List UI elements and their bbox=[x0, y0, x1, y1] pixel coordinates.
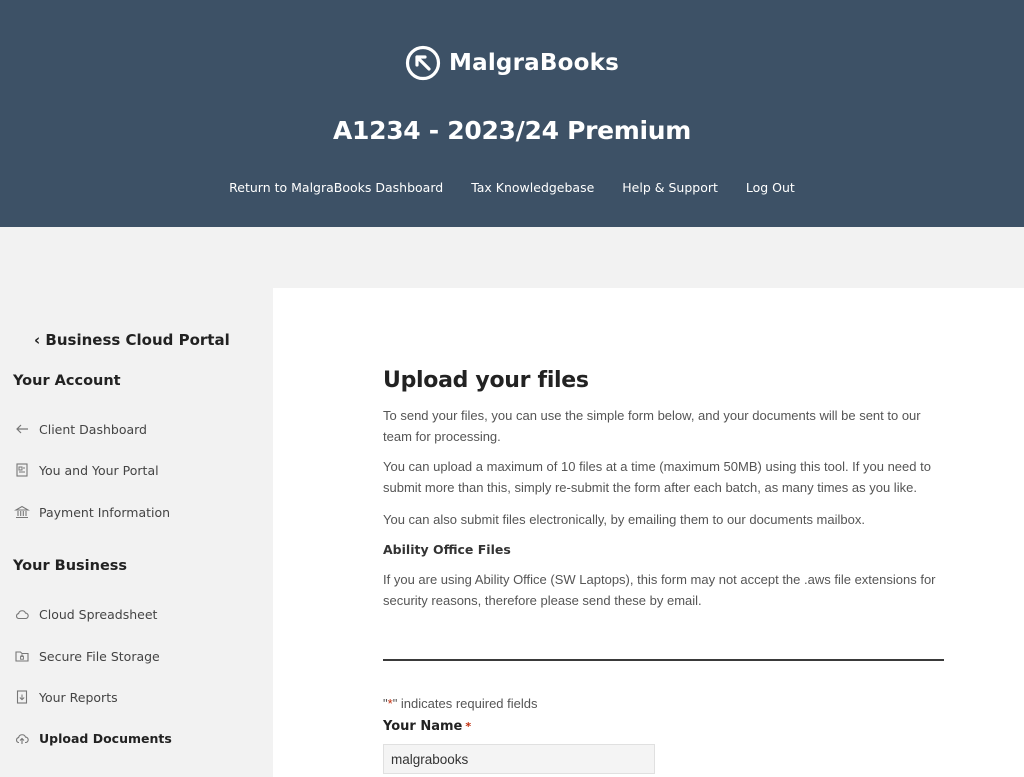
nav-help-support[interactable]: Help & Support bbox=[622, 180, 718, 195]
ability-office-paragraph: If you are using Ability Office (SW Lapt… bbox=[383, 572, 936, 608]
nav-log-out[interactable]: Log Out bbox=[746, 180, 795, 195]
brand-logo[interactable]: MalgraBooks bbox=[0, 45, 1024, 86]
portal-title: A1234 - 2023/24 Premium bbox=[332, 116, 692, 145]
sidebar-item-secure-file-storage[interactable]: Secure File Storage bbox=[14, 648, 160, 664]
sidebar: ‹ Business Cloud Portal Your Account Cli… bbox=[0, 227, 273, 777]
required-mark: * bbox=[465, 720, 472, 733]
email-paragraph: You can also submit files electronically… bbox=[383, 512, 865, 527]
sidebar-item-client-dashboard[interactable]: Client Dashboard bbox=[14, 421, 147, 437]
portal-icon bbox=[16, 463, 28, 477]
your-name-label: Your Name * bbox=[383, 719, 472, 734]
brand-name: MalgraBooks bbox=[449, 50, 619, 76]
logo-arrow-icon bbox=[405, 45, 441, 81]
your-name-input[interactable] bbox=[383, 744, 655, 774]
sidebar-item-your-reports[interactable]: Your Reports bbox=[14, 689, 118, 705]
required-fields-note: "*" indicates required fields bbox=[383, 696, 538, 711]
folder-lock-icon bbox=[15, 651, 29, 662]
top-nav: Return to MalgraBooks Dashboard Tax Know… bbox=[0, 180, 1024, 195]
sidebar-item-payment-information[interactable]: Payment Information bbox=[14, 504, 170, 520]
bank-icon bbox=[14, 505, 30, 519]
sidebar-item-cloud-spreadsheet[interactable]: Cloud Spreadsheet bbox=[14, 606, 157, 622]
nav-return-dashboard[interactable]: Return to MalgraBooks Dashboard bbox=[229, 180, 443, 195]
sidebar-item-you-and-portal[interactable]: You and Your Portal bbox=[14, 462, 159, 478]
back-to-portal-link[interactable]: ‹ Business Cloud Portal bbox=[34, 331, 230, 349]
upload-intro: Upload your files To send your files, yo… bbox=[383, 368, 945, 611]
limits-paragraph: You can upload a maximum of 10 files at … bbox=[383, 459, 931, 495]
sidebar-heading-business: Your Business bbox=[13, 558, 128, 574]
ability-office-heading: Ability Office Files bbox=[383, 542, 511, 557]
nav-tax-knowledgebase[interactable]: Tax Knowledgebase bbox=[471, 180, 594, 195]
arrow-left-icon bbox=[16, 424, 28, 434]
sidebar-item-upload-documents[interactable]: Upload Documents bbox=[14, 730, 172, 746]
intro-paragraph: To send your files, you can use the simp… bbox=[383, 408, 921, 444]
page-title: Upload your files bbox=[383, 368, 589, 393]
cloud-icon bbox=[16, 610, 29, 620]
report-icon bbox=[16, 690, 28, 704]
site-header: MalgraBooks A1234 - 2023/24 Premium Retu… bbox=[0, 0, 1024, 227]
sidebar-heading-account: Your Account bbox=[13, 373, 121, 389]
main-content: Upload your files To send your files, yo… bbox=[273, 288, 1024, 777]
cloud-upload-icon bbox=[16, 734, 29, 744]
section-divider bbox=[383, 659, 944, 661]
